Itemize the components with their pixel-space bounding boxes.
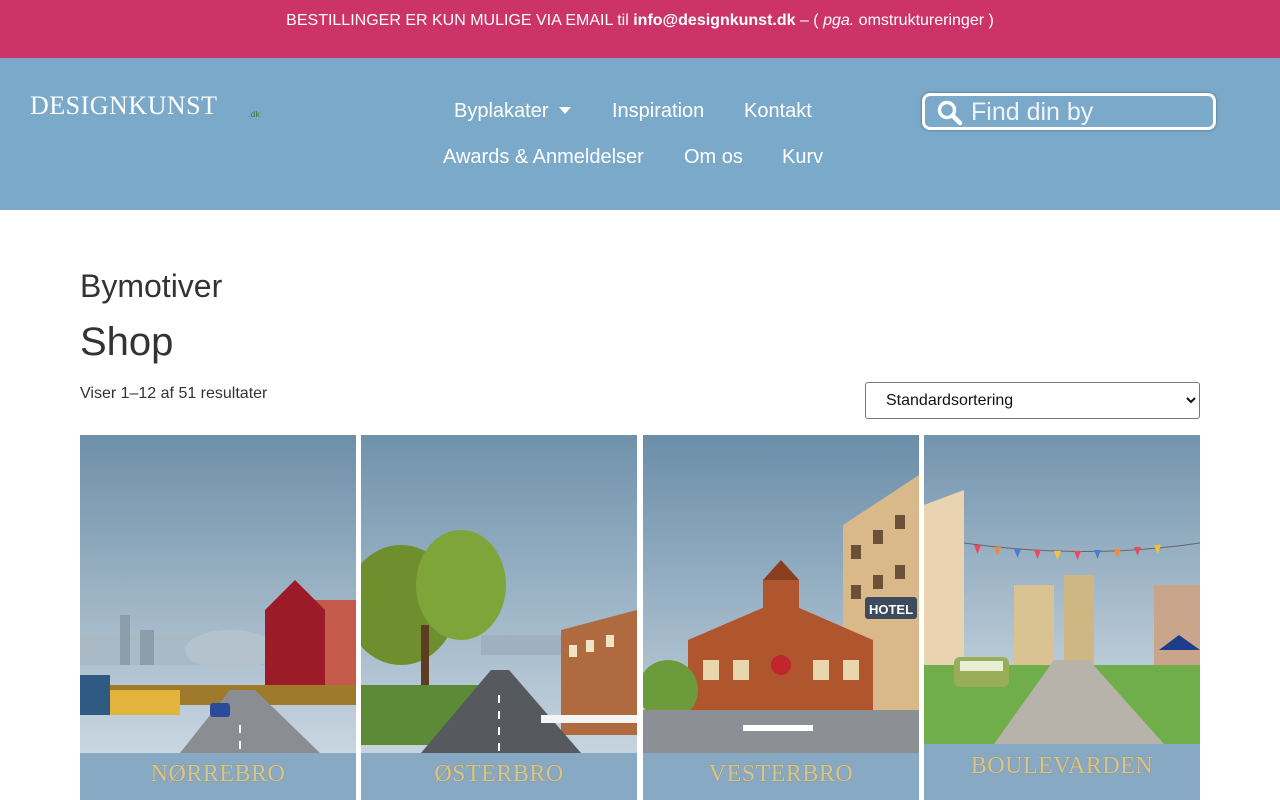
- caret-down-icon: [558, 107, 571, 114]
- search-box: [922, 93, 1216, 130]
- nav-awards[interactable]: Awards & Anmeldelser: [443, 146, 644, 169]
- search-icon[interactable]: [937, 100, 963, 126]
- nav-om-os[interactable]: Om os: [684, 146, 743, 169]
- poster-boulevarden: [924, 435, 1200, 800]
- poster-vesterbro: HOTEL: [643, 435, 919, 800]
- result-count: Viser 1–12 af 51 resultater: [80, 385, 268, 402]
- announcement-bar: BESTILLINGER ER KUN MULIGE VIA EMAIL til…: [0, 0, 1280, 58]
- site-logo[interactable]: DESIGNKUNST .dk: [30, 91, 260, 121]
- announcement-email[interactable]: info@designkunst.dk: [633, 12, 795, 29]
- site-header: DESIGNKUNST .dk Byplakater Inspiration Ko…: [0, 58, 1280, 210]
- product-card-norrebro[interactable]: NØRREBRO: [80, 435, 356, 800]
- product-title[interactable]: BOULEVARDEN: [924, 753, 1200, 780]
- announcement-prefix: BESTILLINGER ER KUN MULIGE VIA EMAIL til: [286, 12, 634, 29]
- product-title[interactable]: VESTERBRO: [643, 761, 919, 788]
- product-card-osterbro[interactable]: ØSTERBRO: [361, 435, 637, 800]
- nav-inspiration[interactable]: Inspiration: [612, 100, 704, 123]
- logo-suffix: .dk: [248, 110, 261, 119]
- nav-byplakater[interactable]: Byplakater: [454, 100, 571, 123]
- poster-osterbro: [361, 435, 637, 800]
- page-title: Shop: [80, 320, 174, 364]
- product-title[interactable]: NØRREBRO: [80, 761, 356, 788]
- hotel-sign-text: HOTEL: [869, 602, 913, 617]
- product-card-vesterbro[interactable]: HOTEL VESTERBRO: [643, 435, 919, 800]
- logo-text: DESIGNKUNST: [30, 91, 218, 120]
- nav-kurv[interactable]: Kurv: [782, 146, 823, 169]
- announcement-italic: pga.: [823, 12, 855, 29]
- nav-byplakater-label: Byplakater: [454, 100, 549, 122]
- sort-select[interactable]: Standardsortering: [865, 382, 1200, 419]
- announcement-suffix: omstruktureringer ): [854, 12, 994, 29]
- announcement-text: BESTILLINGER ER KUN MULIGE VIA EMAIL til…: [0, 12, 1280, 30]
- nav-kontakt[interactable]: Kontakt: [744, 100, 812, 123]
- product-title[interactable]: ØSTERBRO: [361, 761, 637, 788]
- search-input[interactable]: [971, 98, 1207, 126]
- poster-norrebro: [80, 435, 356, 800]
- announcement-mid: – (: [795, 12, 824, 29]
- breadcrumb[interactable]: Bymotiver: [80, 268, 222, 305]
- product-card-boulevarden[interactable]: BOULEVARDEN: [924, 435, 1200, 800]
